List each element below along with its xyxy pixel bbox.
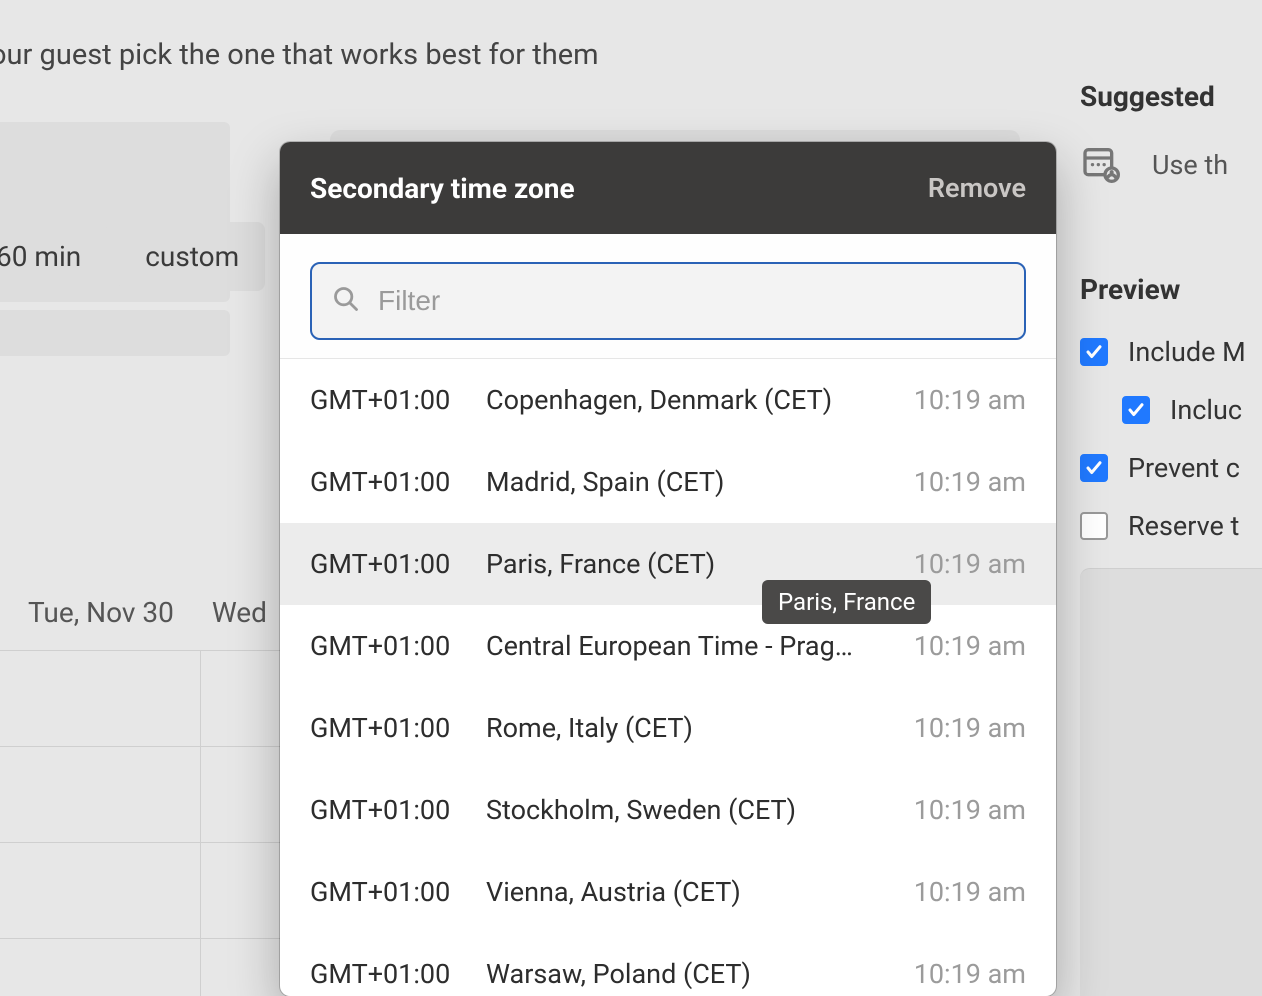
- preview-option-row[interactable]: Incluc: [1122, 394, 1262, 426]
- timezone-time: 10:19 am: [914, 548, 1026, 580]
- duration-options: 60 min custom: [0, 222, 265, 291]
- calendar-day-label: Wed: [212, 596, 267, 629]
- preview-heading: Preview: [1080, 273, 1262, 306]
- timezone-time: 10:19 am: [914, 958, 1026, 990]
- timezone-time: 10:19 am: [914, 712, 1026, 744]
- popover-titlebar: Secondary time zone Remove: [280, 142, 1056, 234]
- timezone-offset: GMT+01:00: [310, 794, 470, 826]
- timezone-offset: GMT+01:00: [310, 630, 470, 662]
- preview-option-row[interactable]: Reserve t: [1080, 510, 1262, 542]
- timezone-item[interactable]: GMT+01:00 Paris, France (CET) 10:19 am: [280, 523, 1056, 605]
- timezone-time: 10:19 am: [914, 466, 1026, 498]
- timezone-city: Rome, Italy (CET): [486, 712, 898, 744]
- checkbox[interactable]: [1080, 338, 1108, 366]
- timezone-time: 10:19 am: [914, 794, 1026, 826]
- timezone-offset: GMT+01:00: [310, 466, 470, 498]
- duration-60min[interactable]: 60 min: [0, 222, 107, 291]
- timezone-time: 10:19 am: [914, 630, 1026, 662]
- timezone-offset: GMT+01:00: [310, 384, 470, 416]
- filter-input[interactable]: [378, 285, 1004, 317]
- popover-title: Secondary time zone: [310, 172, 575, 205]
- preview-option-label: Include M: [1128, 336, 1246, 368]
- timezone-city: Vienna, Austria (CET): [486, 876, 898, 908]
- filter-wrap: [280, 234, 1056, 359]
- timezone-offset: GMT+01:00: [310, 958, 470, 990]
- preview-option-row[interactable]: Include M: [1080, 336, 1262, 368]
- calendar-grid[interactable]: [0, 650, 280, 996]
- checkbox[interactable]: [1122, 396, 1150, 424]
- timezone-list: GMT+01:00 Copenhagen, Denmark (CET) 10:19 …: [280, 359, 1056, 996]
- timezone-offset: GMT+01:00: [310, 876, 470, 908]
- preview-option-label: Reserve t: [1128, 510, 1239, 542]
- timezone-popover: Secondary time zone Remove GMT+01:00 Cope…: [280, 142, 1056, 996]
- left-panel-placeholder-2: [0, 310, 230, 356]
- timezone-time: 10:19 am: [914, 384, 1026, 416]
- timezone-city: Warsaw, Poland (CET): [486, 958, 898, 990]
- filter-box[interactable]: [310, 262, 1026, 340]
- timezone-city: Central European Time - Prag…: [486, 630, 898, 662]
- timezone-time: 10:19 am: [914, 876, 1026, 908]
- timezone-item[interactable]: GMT+01:00 Warsaw, Poland (CET) 10:19 am: [280, 933, 1056, 996]
- duration-custom[interactable]: custom: [119, 222, 265, 291]
- timezone-item[interactable]: GMT+01:00 Rome, Italy (CET) 10:19 am: [280, 687, 1056, 769]
- suggested-heading: Suggested: [1080, 80, 1262, 113]
- page-subtitle: our guest pick the one that works best f…: [0, 38, 599, 72]
- timezone-item[interactable]: GMT+01:00 Madrid, Spain (CET) 10:19 am: [280, 441, 1056, 523]
- preview-option-label: Prevent c: [1128, 452, 1240, 484]
- calendar-user-icon: [1080, 143, 1120, 187]
- checkbox[interactable]: [1080, 512, 1108, 540]
- right-sidebar: Suggested Use th Preview Include M Incluc…: [1080, 80, 1262, 996]
- timezone-city: Copenhagen, Denmark (CET): [486, 384, 898, 416]
- suggested-use-label: Use th: [1152, 149, 1228, 181]
- preview-option-row[interactable]: Prevent c: [1080, 452, 1262, 484]
- timezone-item[interactable]: GMT+01:00 Central European Time - Prag… 10…: [280, 605, 1056, 687]
- calendar-day-label: Tue, Nov 30: [28, 596, 174, 629]
- timezone-offset: GMT+01:00: [310, 712, 470, 744]
- timezone-item[interactable]: GMT+01:00 Copenhagen, Denmark (CET) 10:19 …: [280, 359, 1056, 441]
- remove-button[interactable]: Remove: [928, 172, 1026, 204]
- timezone-city: Stockholm, Sweden (CET): [486, 794, 898, 826]
- timezone-item[interactable]: GMT+01:00 Vienna, Austria (CET) 10:19 am: [280, 851, 1056, 933]
- timezone-item[interactable]: GMT+01:00 Stockholm, Sweden (CET) 10:19 am: [280, 769, 1056, 851]
- preview-placeholder: [1080, 568, 1262, 996]
- timezone-city: Madrid, Spain (CET): [486, 466, 898, 498]
- checkbox[interactable]: [1080, 454, 1108, 482]
- tooltip: Paris, France: [762, 580, 931, 624]
- suggested-use-row[interactable]: Use th: [1080, 143, 1262, 187]
- preview-option-label: Incluc: [1170, 394, 1242, 426]
- search-icon: [332, 285, 360, 317]
- calendar-day-headers: Tue, Nov 30 Wed: [28, 596, 267, 629]
- timezone-city: Paris, France (CET): [486, 548, 898, 580]
- timezone-offset: GMT+01:00: [310, 548, 470, 580]
